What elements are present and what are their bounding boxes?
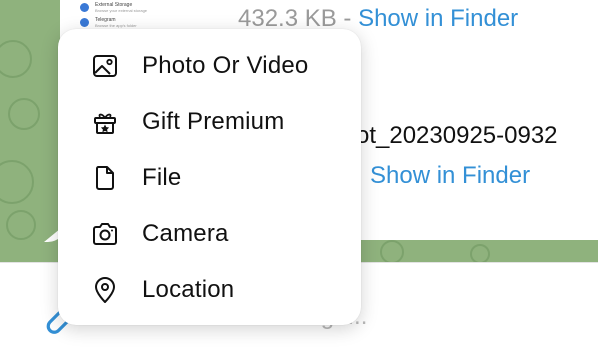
telegram-icon: [80, 18, 89, 27]
menu-item-location[interactable]: Location: [58, 262, 361, 318]
wallpaper-doodle: [6, 210, 36, 240]
wallpaper-doodle: [380, 240, 404, 262]
show-in-finder-link[interactable]: Show in Finder: [370, 162, 530, 190]
location-pin-icon: [90, 275, 120, 305]
wallpaper-doodle: [470, 244, 490, 262]
file-icon: [90, 163, 120, 193]
wallpaper-doodle: [8, 98, 40, 130]
file-thumbnail[interactable]: External Storage Browse your external st…: [80, 0, 230, 30]
thumbnail-subtitle: Browse the app's folder: [95, 22, 137, 28]
menu-item-camera[interactable]: Camera: [58, 206, 361, 262]
menu-item-label: Location: [142, 276, 235, 303]
file-size: 432.3 KB: [238, 5, 337, 32]
menu-item-photo-or-video[interactable]: Photo Or Video: [58, 38, 361, 94]
gift-icon: [90, 107, 120, 137]
thumbnail-subtitle: Browse your external storage: [95, 7, 148, 13]
menu-item-label: File: [142, 164, 182, 191]
file-name: ot_20230925-0932: [356, 122, 558, 149]
storage-icon: [80, 3, 89, 12]
menu-item-label: Gift Premium: [142, 108, 285, 135]
wallpaper-doodle: [0, 40, 32, 78]
thumbnail-row: Telegram Browse the app's folder: [80, 15, 230, 30]
menu-item-gift-premium[interactable]: Gift Premium: [58, 94, 361, 150]
attach-menu: Photo Or Video Gift Premium File Camera …: [58, 29, 361, 325]
menu-item-label: Camera: [142, 220, 229, 247]
camera-icon: [90, 219, 120, 249]
file-meta-separator: -: [336, 5, 359, 32]
wallpaper-doodle: [0, 160, 34, 204]
menu-item-label: Photo Or Video: [142, 52, 309, 79]
menu-item-file[interactable]: File: [58, 150, 361, 206]
photo-icon: [90, 51, 120, 81]
thumbnail-row: External Storage Browse your external st…: [80, 0, 230, 15]
show-in-finder-link[interactable]: Show in Finder: [358, 5, 518, 32]
